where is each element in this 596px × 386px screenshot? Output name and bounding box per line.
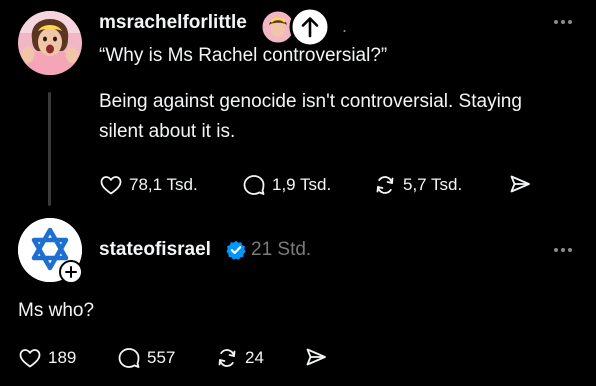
- post1-share-button[interactable]: [508, 172, 532, 196]
- avatar-portrait-image: [18, 11, 82, 75]
- post1-repost-button[interactable]: 5,7 Tsd.: [373, 173, 462, 197]
- post2-username[interactable]: stateofisrael: [99, 239, 211, 261]
- truncation-dot: .: [342, 16, 348, 36]
- comment-icon: [118, 348, 140, 368]
- comment-icon: [243, 175, 265, 195]
- post1-reply-count: 1,9 Tsd.: [272, 175, 332, 194]
- post2-share-button[interactable]: [304, 345, 328, 369]
- send-icon: [306, 348, 326, 366]
- post2-like-button[interactable]: 189: [18, 346, 76, 370]
- post2-repost-count: 24: [245, 348, 264, 367]
- post1-like-count: 78,1 Tsd.: [129, 175, 198, 194]
- post2-text: Ms who?: [18, 300, 95, 321]
- repost-icon: [218, 349, 236, 367]
- heart-icon: [19, 349, 41, 368]
- post2-reply-button[interactable]: 557: [117, 346, 175, 370]
- post1-text: Being against genocide isn't controversi…: [99, 91, 522, 142]
- post1-username[interactable]: msrachelforlittle: [99, 12, 259, 34]
- post1-quote: “Why is Ms Rachel controversial?”: [99, 45, 388, 66]
- post2-like-count: 189: [48, 348, 77, 367]
- post1-reply-button[interactable]: 1,9 Tsd.: [242, 173, 331, 197]
- post2-more-icon[interactable]: [553, 240, 573, 256]
- plus-icon: [65, 266, 77, 278]
- send-icon: [510, 175, 530, 193]
- thread-connector-line: [48, 92, 51, 206]
- heart-icon: [100, 176, 122, 195]
- post2-repost-button[interactable]: 24: [215, 346, 264, 370]
- reply-indicator[interactable]: [258, 6, 338, 48]
- post1-more-icon[interactable]: [553, 12, 573, 28]
- follow-plus-button[interactable]: [59, 260, 83, 284]
- repost-icon: [376, 176, 394, 194]
- post2-timestamp: 21 Std.: [251, 239, 312, 260]
- post1-repost-count: 5,7 Tsd.: [403, 175, 463, 194]
- verified-badge-icon: [226, 240, 246, 260]
- post1-like-button[interactable]: 78,1 Tsd.: [99, 173, 198, 197]
- post2-reply-count: 557: [147, 348, 176, 367]
- avatar-msrachelforlittle[interactable]: [18, 11, 82, 75]
